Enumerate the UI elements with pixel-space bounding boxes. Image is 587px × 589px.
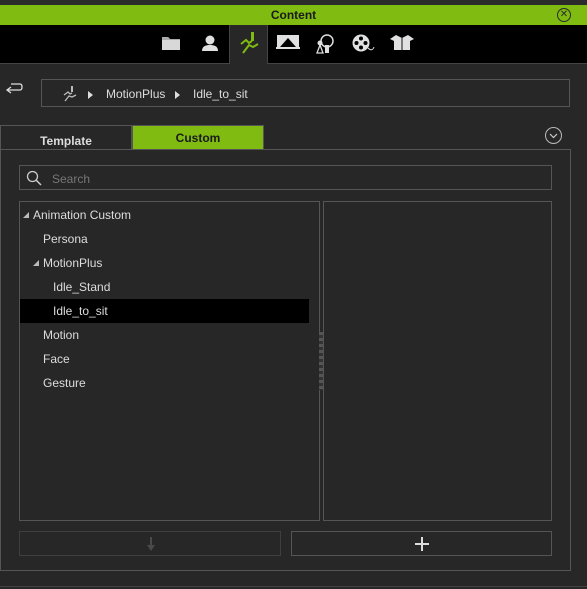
content-view [323,201,552,521]
tree-item-persona[interactable]: Persona [20,227,309,251]
category-film[interactable] [346,25,376,63]
add-button[interactable] [291,531,552,556]
expanded-triangle-icon[interactable] [33,260,39,266]
window-title: Content [270,8,317,22]
tab-template[interactable]: Template [0,125,132,149]
back-button[interactable] [5,82,25,98]
breadcrumb-separator-icon [175,91,180,99]
breadcrumb-row: MotionPlus Idle_to_sit [0,63,587,123]
tree-item-motion[interactable]: Motion [20,323,309,347]
motion-icon [63,86,77,102]
film-reel-icon [352,34,375,52]
tab-custom[interactable]: Custom [132,125,264,149]
breadcrumb-item-current[interactable]: Idle_to_sit [193,87,248,101]
scene-props-icon [316,34,334,54]
category-toolbar [0,25,587,64]
expanded-triangle-icon[interactable] [23,212,29,218]
stage-icon [276,35,300,49]
tree-item-label: Idle_to_sit [53,304,108,318]
motion-icon [240,32,259,54]
close-button[interactable]: ✕ [557,8,571,22]
chevron-down-icon [549,133,558,139]
back-arrow-icon [5,83,23,94]
category-stage[interactable] [271,25,301,63]
tree-item-label: Persona [43,232,88,246]
tree-item-label: Motion [43,328,80,342]
bottom-border [0,586,587,587]
tree-item-label: Gesture [43,376,86,390]
plus-icon [415,537,429,551]
close-icon: ✕ [559,9,569,20]
tree-item-label: Animation Custom [33,208,132,222]
breadcrumb-separator-icon [88,91,93,99]
tree-item-idle-to-sit[interactable]: Idle_to_sit [20,299,309,323]
title-bar: Content ✕ [0,5,587,25]
folder-tree: Animation Custom Persona MotionPlus Idle… [19,201,320,521]
category-scene-props[interactable] [309,25,339,63]
tree-item-gesture[interactable]: Gesture [20,371,309,395]
expand-button[interactable] [545,127,562,144]
folder-icon [162,37,180,50]
breadcrumb-item-motionplus[interactable]: MotionPlus [106,87,165,101]
avatar-icon [202,35,218,51]
category-motion[interactable] [229,25,268,64]
search-box [19,165,552,190]
category-folder[interactable] [156,25,186,63]
search-input[interactable] [50,169,544,188]
package-box-icon [390,35,414,50]
tree-item-label: Idle_Stand [53,280,111,294]
down-arrow-icon [147,537,155,551]
category-package[interactable] [385,25,415,63]
tree-item-motionplus[interactable]: MotionPlus [20,251,309,275]
apply-button[interactable] [19,531,281,556]
category-avatar[interactable] [195,25,225,63]
breadcrumb: MotionPlus Idle_to_sit [41,79,570,107]
tree-item-idle-stand[interactable]: Idle_Stand [20,275,309,299]
tree-item-face[interactable]: Face [20,347,309,371]
tree-item-label: Face [43,352,70,366]
tree-item-animation-custom[interactable]: Animation Custom [20,203,309,227]
tree-item-label: MotionPlus [43,256,103,270]
search-icon [26,170,42,186]
